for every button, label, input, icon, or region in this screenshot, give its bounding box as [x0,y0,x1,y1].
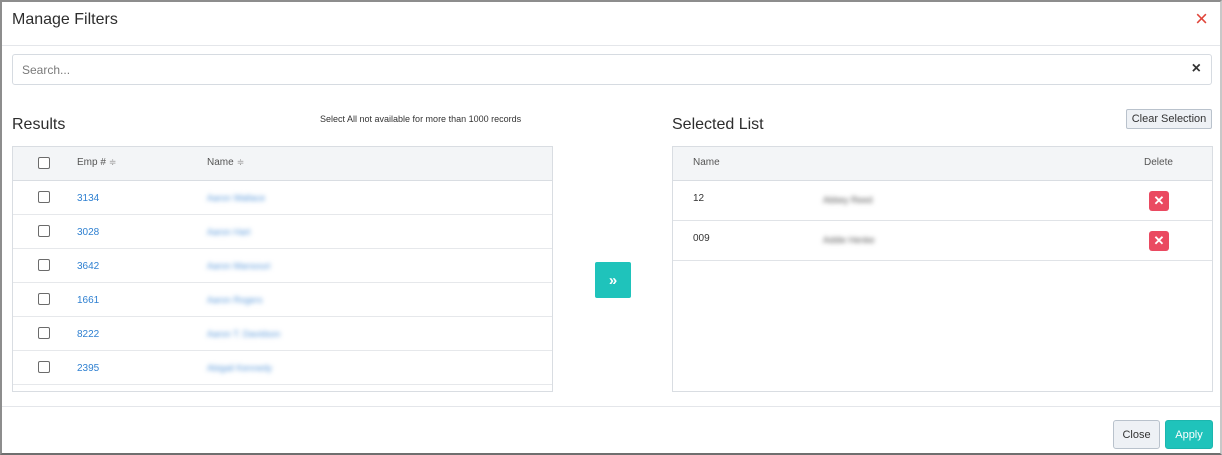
emp-number-link[interactable]: 8222 [77,329,99,340]
selected-list-table: Name Delete 12 Abbey Reed ✕ 009 Addie He… [672,146,1213,392]
employee-name-link[interactable]: Aaron Mansouri [207,261,271,271]
emp-number-link[interactable]: 1661 [77,295,99,306]
row-checkbox[interactable] [38,361,50,373]
modal-header: Manage Filters × [2,2,1220,46]
selected-id: 009 [693,233,710,244]
select-all-note: Select All not available for more than 1… [320,114,522,124]
table-row: 3134 Aaron Wallace [13,181,552,215]
search-input[interactable] [13,55,1173,84]
table-row: 3028 Aaron Hart [13,215,552,249]
modal-title: Manage Filters [12,11,118,28]
row-checkbox[interactable] [38,259,50,271]
selected-table-header: Name Delete [673,147,1212,181]
column-header-name[interactable]: Name ≑ [207,157,244,168]
results-table: Emp # ≑ Name ≑ 3134 Aaron Wallace 3028 Aar… [12,146,553,392]
clear-selection-button[interactable]: Clear Selection [1126,109,1212,129]
table-row: 8222 Aaron T. Davidson [13,317,552,351]
employee-name-link[interactable]: Aaron Wallace [207,193,265,203]
employee-name-link[interactable]: Aaron Hart [207,227,251,237]
column-header-delete: Delete [1144,157,1173,168]
close-icon[interactable]: × [1195,8,1208,30]
manage-filters-modal: Manage Filters × × Results Select All no… [0,0,1222,455]
row-checkbox[interactable] [38,225,50,237]
close-button[interactable]: Close [1113,420,1160,449]
results-table-header: Emp # ≑ Name ≑ [13,147,552,181]
select-all-checkbox[interactable] [38,157,50,169]
selected-row: 009 Addie Henke ✕ [673,221,1212,261]
results-title: Results [12,116,66,133]
emp-number-link[interactable]: 3028 [77,227,99,238]
delete-icon[interactable]: ✕ [1149,191,1169,211]
selected-id: 12 [693,193,705,204]
table-row: 3642 Aaron Mansouri [13,249,552,283]
selected-name: Abbey Reed [823,195,873,205]
clear-search-icon[interactable]: × [1192,60,1201,78]
move-to-selected-button[interactable]: » [595,262,631,298]
row-checkbox[interactable] [38,293,50,305]
sort-icon: ≑ [236,157,245,167]
column-header-emp-label: Emp # [77,157,106,168]
column-header-emp[interactable]: Emp # ≑ [77,157,116,168]
apply-button[interactable]: Apply [1165,420,1213,449]
selected-row: 12 Abbey Reed ✕ [673,181,1212,221]
selected-list-title: Selected List [672,116,764,133]
footer-divider [2,406,1220,407]
column-header-name: Name [693,157,720,168]
delete-icon[interactable]: ✕ [1149,231,1169,251]
selected-name: Addie Henke [823,235,875,245]
emp-number-link[interactable]: 3134 [77,193,99,204]
sort-icon: ≑ [108,157,117,167]
row-checkbox[interactable] [38,191,50,203]
employee-name-link[interactable]: Aaron Rogers [207,295,263,305]
table-row: 1661 Aaron Rogers [13,283,552,317]
search-box: × [12,54,1212,85]
column-header-name-label: Name [207,157,234,168]
emp-number-link[interactable]: 3642 [77,261,99,272]
employee-name-link[interactable]: Aaron T. Davidson [207,329,280,339]
row-checkbox[interactable] [38,327,50,339]
emp-number-link[interactable]: 2395 [77,363,99,374]
employee-name-link[interactable]: Abigail Kennedy [207,363,272,373]
table-row: 2395 Abigail Kennedy [13,351,552,385]
